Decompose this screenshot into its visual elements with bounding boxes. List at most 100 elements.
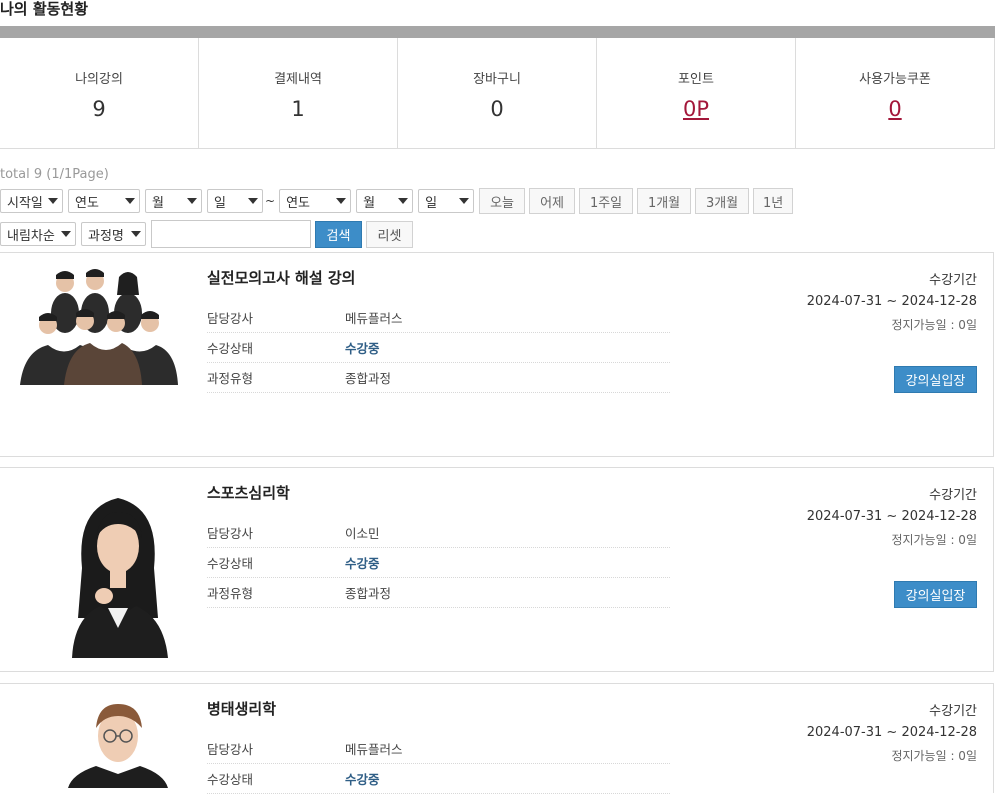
range-tilde: ~ bbox=[265, 194, 276, 208]
points-link[interactable]: 0P bbox=[597, 97, 795, 121]
instructor-label: 담당강사 bbox=[207, 311, 254, 326]
section-divider-bar bbox=[0, 26, 995, 38]
chevron-down-icon bbox=[131, 231, 141, 237]
stat-label: 사용가능쿠폰 bbox=[859, 72, 931, 87]
select-value: 과정명 bbox=[88, 228, 124, 244]
status-value: 수강중 bbox=[345, 341, 380, 356]
enter-classroom-button[interactable]: 강의실입장 bbox=[894, 366, 977, 393]
status-label: 수강상태 bbox=[207, 556, 254, 571]
type-value: 종합과정 bbox=[345, 371, 392, 386]
status-label: 수강상태 bbox=[207, 772, 254, 787]
instructor-value: 이소민 bbox=[345, 526, 380, 541]
course-info-table: 담당강사 메듀플러스 수강상태 수강중 과정유형 종합과정 bbox=[207, 303, 670, 393]
stat-value: 1 bbox=[291, 97, 305, 121]
select-value: 시작일 bbox=[7, 195, 43, 211]
date-type-select[interactable]: 시작일 bbox=[0, 189, 63, 213]
course-period-box: 수강기간 2024-07-31 ~ 2024-12-28 정지가능일 : 0일 bbox=[807, 484, 977, 548]
course-thumbnail bbox=[72, 498, 168, 658]
quick-1week-button[interactable]: 1주일 bbox=[579, 188, 634, 214]
stat-my-courses: 나의강의 9 bbox=[0, 38, 198, 148]
period-label: 수강기간 bbox=[929, 273, 977, 288]
period-label: 수강기간 bbox=[929, 704, 977, 719]
course-title[interactable]: 실전모의고사 해설 강의 bbox=[207, 267, 355, 288]
search-button[interactable]: 검색 bbox=[315, 220, 362, 248]
pause-days: 정지가능일 : 0일 bbox=[891, 318, 977, 332]
chevron-down-icon bbox=[248, 198, 258, 204]
course-item: 실전모의고사 해설 강의 담당강사 메듀플러스 수강상태 수강중 과정유형 종합과정 … bbox=[0, 252, 994, 457]
period-value: 2024-07-31 ~ 2024-12-28 bbox=[806, 294, 977, 309]
start-day-select[interactable]: 일 bbox=[207, 189, 263, 213]
type-label: 과정유형 bbox=[207, 586, 254, 601]
course-period-box: 수강기간 2024-07-31 ~ 2024-12-28 정지가능일 : 0일 bbox=[807, 269, 977, 333]
instructor-label: 담당강사 bbox=[207, 742, 254, 757]
course-item: 병태생리학 담당강사 메듀플러스 수강상태 수강중 수강기간 2024-07-31 … bbox=[0, 683, 994, 794]
chevron-down-icon bbox=[125, 198, 135, 204]
stat-label: 포인트 bbox=[678, 72, 714, 87]
search-input[interactable] bbox=[151, 220, 311, 248]
stat-label: 결제내역 bbox=[274, 72, 322, 87]
course-info-table: 담당강사 메듀플러스 수강상태 수강중 bbox=[207, 734, 670, 794]
stat-points: 포인트 0P bbox=[596, 38, 795, 148]
select-value: 월 bbox=[152, 195, 164, 211]
date-filter-row: 시작일 연도 월 일 ~ 연도 월 일 오늘 어제 1주일 1개월 3개월 1년 bbox=[0, 188, 797, 214]
chevron-down-icon bbox=[459, 198, 470, 204]
select-value: 일 bbox=[425, 195, 438, 211]
chevron-down-icon bbox=[48, 198, 58, 204]
select-value: 월 bbox=[363, 195, 376, 211]
chevron-down-icon bbox=[336, 198, 347, 204]
select-value: 내림차순 bbox=[7, 228, 55, 244]
stat-cart: 장바구니 0 bbox=[397, 38, 596, 148]
instructor-value: 메듀플러스 bbox=[345, 311, 403, 326]
page-title: 나의 활동현황 bbox=[0, 0, 89, 18]
stat-value: 9 bbox=[92, 97, 106, 121]
course-period-box: 수강기간 2024-07-31 ~ 2024-12-28 정지가능일 : 0일 bbox=[807, 700, 977, 764]
course-thumbnail bbox=[20, 269, 178, 385]
type-label: 과정유형 bbox=[207, 371, 254, 386]
enter-classroom-button[interactable]: 강의실입장 bbox=[894, 581, 977, 608]
course-info-table: 담당강사 이소민 수강상태 수강중 과정유형 종합과정 bbox=[207, 518, 670, 608]
stat-label: 나의강의 bbox=[75, 72, 123, 87]
end-year-select[interactable]: 연도 bbox=[279, 189, 352, 213]
instructor-label: 담당강사 bbox=[207, 526, 254, 541]
select-value: 일 bbox=[214, 195, 226, 211]
start-month-select[interactable]: 월 bbox=[145, 189, 202, 213]
period-value: 2024-07-31 ~ 2024-12-28 bbox=[806, 509, 977, 524]
chevron-down-icon bbox=[61, 231, 71, 237]
quick-1year-button[interactable]: 1년 bbox=[753, 188, 794, 214]
instructor-value: 메듀플러스 bbox=[345, 742, 403, 757]
stat-coupons: 사용가능쿠폰 0 bbox=[795, 38, 994, 148]
end-day-select[interactable]: 일 bbox=[418, 189, 475, 213]
course-title[interactable]: 스포츠심리학 bbox=[207, 482, 290, 503]
course-item: 스포츠심리학 담당강사 이소민 수강상태 수강중 과정유형 종합과정 수강기간 202… bbox=[0, 467, 994, 672]
status-label: 수강상태 bbox=[207, 341, 254, 356]
coupons-link[interactable]: 0 bbox=[796, 97, 994, 121]
start-year-select[interactable]: 연도 bbox=[68, 189, 140, 213]
stat-label: 장바구니 bbox=[473, 72, 521, 87]
period-value: 2024-07-31 ~ 2024-12-28 bbox=[806, 725, 977, 740]
search-row: 내림차순 과정명 검색 리셋 bbox=[0, 220, 413, 248]
chevron-down-icon bbox=[187, 198, 197, 204]
stat-value: 0 bbox=[490, 97, 504, 121]
activity-summary: 나의강의 9 결제내역 1 장바구니 0 포인트 0P 사용가능쿠폰 0 bbox=[0, 38, 995, 149]
pause-days: 정지가능일 : 0일 bbox=[891, 533, 977, 547]
course-title[interactable]: 병태생리학 bbox=[207, 698, 276, 719]
pause-days: 정지가능일 : 0일 bbox=[891, 749, 977, 763]
reset-button[interactable]: 리셋 bbox=[366, 220, 413, 248]
select-value: 연도 bbox=[75, 195, 99, 211]
search-field-select[interactable]: 과정명 bbox=[81, 222, 146, 246]
type-value: 종합과정 bbox=[345, 586, 392, 601]
quick-today-button[interactable]: 오늘 bbox=[479, 188, 526, 214]
total-count: total 9 (1/1Page) bbox=[0, 167, 109, 182]
stat-payments: 결제내역 1 bbox=[198, 38, 397, 148]
status-value: 수강중 bbox=[345, 556, 380, 571]
status-value: 수강중 bbox=[345, 772, 380, 787]
quick-1month-button[interactable]: 1개월 bbox=[637, 188, 692, 214]
quick-yesterday-button[interactable]: 어제 bbox=[529, 188, 576, 214]
course-thumbnail bbox=[68, 704, 168, 788]
end-month-select[interactable]: 월 bbox=[356, 189, 414, 213]
period-label: 수강기간 bbox=[929, 488, 977, 503]
quick-3months-button[interactable]: 3개월 bbox=[695, 188, 750, 214]
select-value: 연도 bbox=[286, 195, 310, 211]
sort-order-select[interactable]: 내림차순 bbox=[0, 222, 76, 246]
chevron-down-icon bbox=[398, 198, 409, 204]
